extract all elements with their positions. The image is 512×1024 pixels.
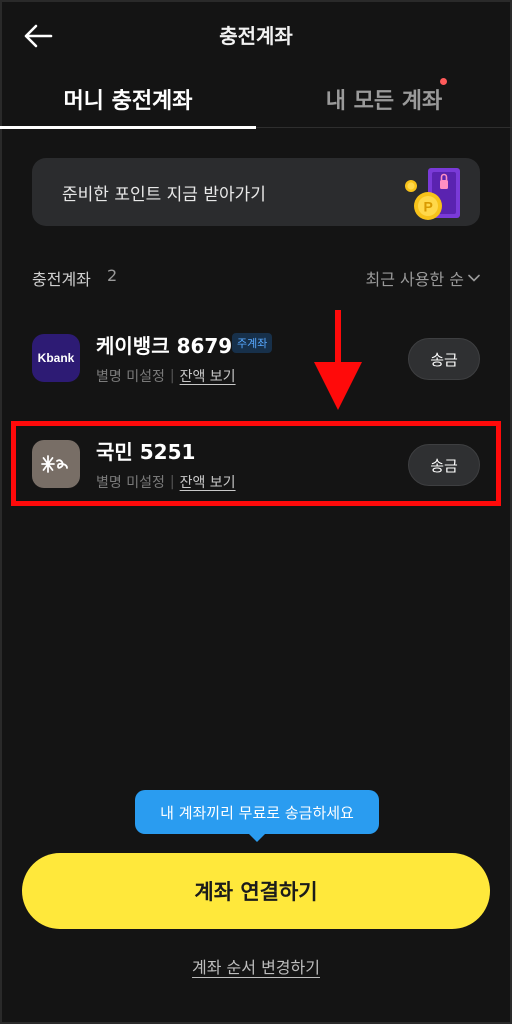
point-coin-door-icon: P [405,168,460,220]
tab-money-charge-accounts[interactable]: 머니 충전계좌 [0,70,256,129]
account-name: 케이뱅크 8679 [96,334,233,358]
accounts-section-header: 충전계좌 2 최근 사용한 순 [32,266,480,290]
view-balance-link[interactable]: 잔액 보기 [180,366,236,386]
connect-account-button[interactable]: 계좌 연결하기 [22,853,490,929]
account-count: 2 [107,266,118,285]
free-transfer-tooltip: 내 계좌끼리 무료로 송금하세요 [135,790,379,842]
svg-text:P: P [424,199,433,215]
section-title: 충전계좌 [32,270,91,289]
account-sub-info: 별명 미설정 | 잔액 보기 [96,366,236,386]
promo-text: 준비한 포인트 지금 받아가기 [62,185,266,205]
separator: | [169,368,175,384]
kbank-logo-text: Kbank [37,351,75,365]
sort-label: 최근 사용한 순 [365,270,465,289]
annotation-highlight-box [11,421,501,506]
account-row-kbank[interactable]: Kbank 케이뱅크 8679 주계좌 별명 미설정 | 잔액 보기 송금 [32,322,480,394]
new-notification-dot [440,78,447,85]
sort-dropdown[interactable]: 최근 사용한 순 [366,266,481,290]
main-account-badge: 주계좌 [232,333,273,353]
promo-banner[interactable]: 준비한 포인트 지금 받아가기 P [32,158,480,226]
account-alias: 별명 미설정 [96,369,165,385]
send-button[interactable]: 송금 [408,338,480,380]
tab-all-my-accounts[interactable]: 내 모든 계좌 [256,70,512,128]
reorder-accounts-link[interactable]: 계좌 순서 변경하기 [192,958,320,977]
page-title: 충전계좌 [219,24,293,48]
reorder-accounts-link-wrap: 계좌 순서 변경하기 [0,954,512,978]
tab-bar: 머니 충전계좌 내 모든 계좌 [0,70,512,129]
chevron-down-icon [468,274,480,282]
annotation-down-arrow-icon [314,310,362,410]
kbank-logo: Kbank [32,334,80,382]
top-bar: 충전계좌 [0,0,512,70]
